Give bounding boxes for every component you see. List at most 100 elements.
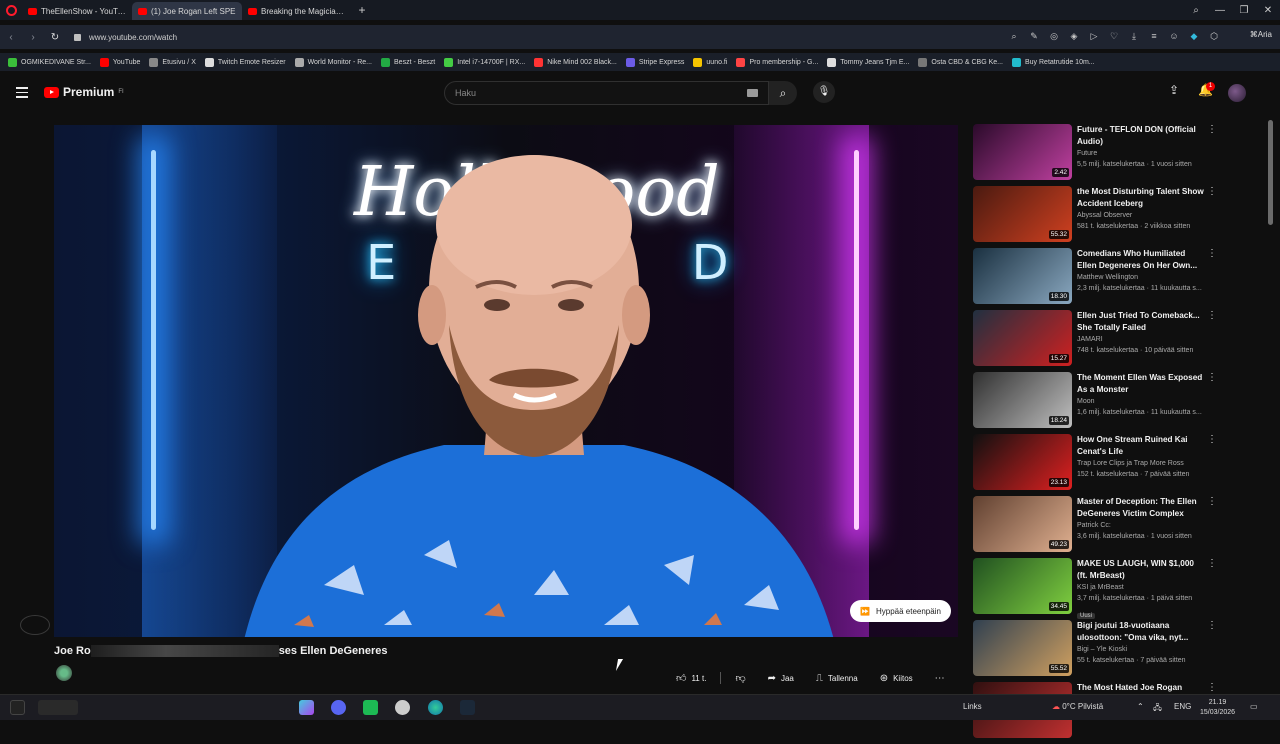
bookmark-item[interactable]: World Monitor - Re...	[294, 57, 372, 67]
video-thumbnail[interactable]: 55.52	[973, 620, 1072, 676]
bookmark-item[interactable]: Osta CBD & CBG Ke...	[918, 57, 1003, 67]
maximize-button[interactable]: ❐	[1232, 5, 1256, 16]
bookmark-item[interactable]: Twitch Emote Resizer	[204, 57, 286, 67]
bookmark-item[interactable]: Intel i7-14700F | RX...	[444, 57, 525, 67]
thanks-button[interactable]: ⊛ Kiitos	[872, 668, 921, 688]
video-thumbnail[interactable]: 15.27	[973, 310, 1072, 366]
language-indicator[interactable]: ENG	[1174, 702, 1191, 711]
hamburger-menu-icon[interactable]	[16, 87, 28, 101]
recommendation-channel[interactable]: JAMARI	[1077, 334, 1205, 345]
clock[interactable]: 21.19 15/03/2026	[1200, 698, 1235, 718]
recommendation-item[interactable]: 18.24 The Moment Ellen Was Exposed As a M…	[973, 372, 1217, 434]
reload-button[interactable]: ↻	[44, 32, 66, 43]
profile-icon[interactable]: ☺	[1168, 30, 1180, 42]
avatar[interactable]	[1228, 84, 1246, 102]
recommendation-item[interactable]: 55.32 the Most Disturbing Talent Show Acc…	[973, 186, 1217, 248]
bookmark-item[interactable]: Beszt - Beszt	[381, 57, 435, 67]
search-box[interactable]	[38, 700, 78, 715]
bookmark-item[interactable]: Nike Mind 002 Black...	[534, 57, 617, 67]
extension-icon[interactable]: ◆	[1188, 30, 1200, 42]
more-options-icon[interactable]: ⋮	[1207, 186, 1217, 197]
recommendation-channel[interactable]: Abyssal Observer	[1077, 210, 1205, 221]
share-button[interactable]: ➦ Jaa	[760, 668, 802, 688]
shield-app-icon[interactable]	[395, 700, 410, 715]
more-options-icon[interactable]: ⋮	[1207, 124, 1217, 135]
recommendation-title[interactable]: the Most Disturbing Talent Show Accident…	[1077, 186, 1205, 210]
channel-avatar[interactable]	[56, 665, 72, 681]
steam-icon[interactable]	[460, 700, 475, 715]
play-icon[interactable]: ▷	[1088, 30, 1100, 42]
bookmark-item[interactable]: Pro membership - G...	[736, 57, 818, 67]
recommendation-title[interactable]: How One Stream Ruined Kai Cenat's Life	[1077, 434, 1205, 458]
video-thumbnail[interactable]: 55.32	[973, 186, 1072, 242]
opera-logo-icon[interactable]	[0, 0, 22, 20]
recommendation-title[interactable]: Comedians Who Humiliated Ellen Degeneres…	[1077, 248, 1205, 272]
recommendation-item[interactable]: 49.23 Master of Deception: The Ellen DeGe…	[973, 496, 1217, 558]
skip-forward-button[interactable]: ⏩ Hyppää eteenpäin	[850, 600, 951, 622]
links-toolbar[interactable]: Links	[963, 702, 982, 711]
edge-icon[interactable]	[428, 700, 443, 715]
more-options-icon[interactable]: ⋮	[1207, 434, 1217, 445]
youtube-premium-logo[interactable]: Premium FI	[44, 85, 124, 99]
recommendation-item[interactable]: 18.30 Comedians Who Humiliated Ellen Dege…	[973, 248, 1217, 310]
bookmark-item[interactable]: Tommy Jeans Tjm E...	[827, 57, 909, 67]
search-icon[interactable]: ⌕	[1008, 30, 1020, 42]
menu-icon[interactable]: ≡	[1148, 30, 1160, 42]
recommendation-item[interactable]: 55.52 Bigi joutui 18-vuotiaana ulosottoon…	[973, 620, 1217, 682]
more-options-icon[interactable]: ⋮	[1207, 620, 1217, 631]
bookmark-item[interactable]: Stripe Express	[625, 57, 684, 67]
close-button[interactable]: ✕	[1256, 5, 1280, 16]
back-button[interactable]: ‹	[0, 32, 22, 43]
more-options-icon[interactable]: ⋮	[1207, 248, 1217, 259]
bookmark-item[interactable]: Buy Retatrutide 10m...	[1011, 57, 1095, 67]
recommendation-title[interactable]: Ellen Just Tried To Comeback... She Tota…	[1077, 310, 1205, 334]
video-thumbnail[interactable]: 49.23	[973, 496, 1072, 552]
recommendation-title[interactable]: The Moment Ellen Was Exposed As a Monste…	[1077, 372, 1205, 396]
heart-icon[interactable]: ♡	[1108, 30, 1120, 42]
app-icon[interactable]	[299, 700, 314, 715]
recommendation-title[interactable]: The Most Hated Joe Rogan	[1077, 682, 1205, 694]
save-button[interactable]: ⎍ Tallenna	[808, 668, 866, 688]
like-button[interactable]: 👍︎ 11 t.	[668, 668, 714, 688]
keyboard-icon[interactable]	[747, 89, 758, 97]
search-tabs-icon[interactable]: ⌕	[1184, 5, 1208, 16]
recommendation-channel[interactable]: Future	[1077, 148, 1205, 159]
weather-widget[interactable]: ☁ 0°C Pilvistä	[1052, 702, 1103, 711]
recommendation-item[interactable]: 15.27 Ellen Just Tried To Comeback... She…	[973, 310, 1217, 372]
recommendation-title[interactable]: MAKE US LAUGH, WIN $1,000 (ft. MrBeast)	[1077, 558, 1205, 582]
recommendation-item[interactable]: 23.13 How One Stream Ruined Kai Cenat's L…	[973, 434, 1217, 496]
recommendation-item[interactable]: 2.42 Future - TEFLON DON (Official Audio)…	[973, 124, 1217, 186]
tray-overflow-icon[interactable]: ⌃	[1137, 702, 1144, 711]
recommendation-channel[interactable]: Bigi – Yle Kioski	[1077, 644, 1205, 655]
browser-tab-active[interactable]: (1) Joe Rogan Left SPE	[132, 2, 242, 20]
more-options-icon[interactable]: ⋮	[1207, 372, 1217, 383]
search-input[interactable]: Haku	[444, 81, 769, 105]
bookmark-item[interactable]: YouTube	[99, 57, 140, 67]
more-actions-button[interactable]: ⋯	[927, 668, 953, 688]
recommendation-title[interactable]: Future - TEFLON DON (Official Audio)	[1077, 124, 1205, 148]
start-icon[interactable]	[10, 700, 25, 715]
recommendation-channel[interactable]: KSI ja MrBeast	[1077, 582, 1205, 593]
more-options-icon[interactable]: ⋮	[1207, 310, 1217, 321]
video-thumbnail[interactable]: 18.30	[973, 248, 1072, 304]
discord-icon[interactable]	[331, 700, 346, 715]
new-tab-button[interactable]: +	[352, 3, 372, 17]
recommendation-channel[interactable]: Matthew Wellington	[1077, 272, 1205, 283]
video-thumbnail[interactable]: 18.24	[973, 372, 1072, 428]
more-options-icon[interactable]: ⋮	[1207, 558, 1217, 569]
recommendation-channel[interactable]: Patrick Cc:	[1077, 520, 1205, 531]
more-options-icon[interactable]: ⋮	[1207, 682, 1217, 693]
video-thumbnail[interactable]: 34.45	[973, 558, 1072, 614]
recommendation-channel[interactable]: Moon	[1077, 396, 1205, 407]
shield-icon[interactable]: ◈	[1068, 30, 1080, 42]
search-button[interactable]: ⌕	[769, 81, 797, 105]
forward-button[interactable]: ›	[22, 32, 44, 43]
url-field[interactable]: www.youtube.com/watch	[74, 33, 177, 42]
download-icon[interactable]: ⤓	[1128, 30, 1140, 42]
browser-tab[interactable]: TheEllenShow - YouTube	[22, 2, 132, 20]
aria-button[interactable]: ⌘Aria	[1250, 30, 1272, 39]
video-thumbnail[interactable]: 23.13	[973, 434, 1072, 490]
bookmark-item[interactable]: OGMIKEDIVANE Str...	[8, 57, 91, 67]
tray-icons[interactable]: 🖧	[1153, 702, 1162, 716]
voice-search-button[interactable]: 🎙	[813, 81, 835, 103]
